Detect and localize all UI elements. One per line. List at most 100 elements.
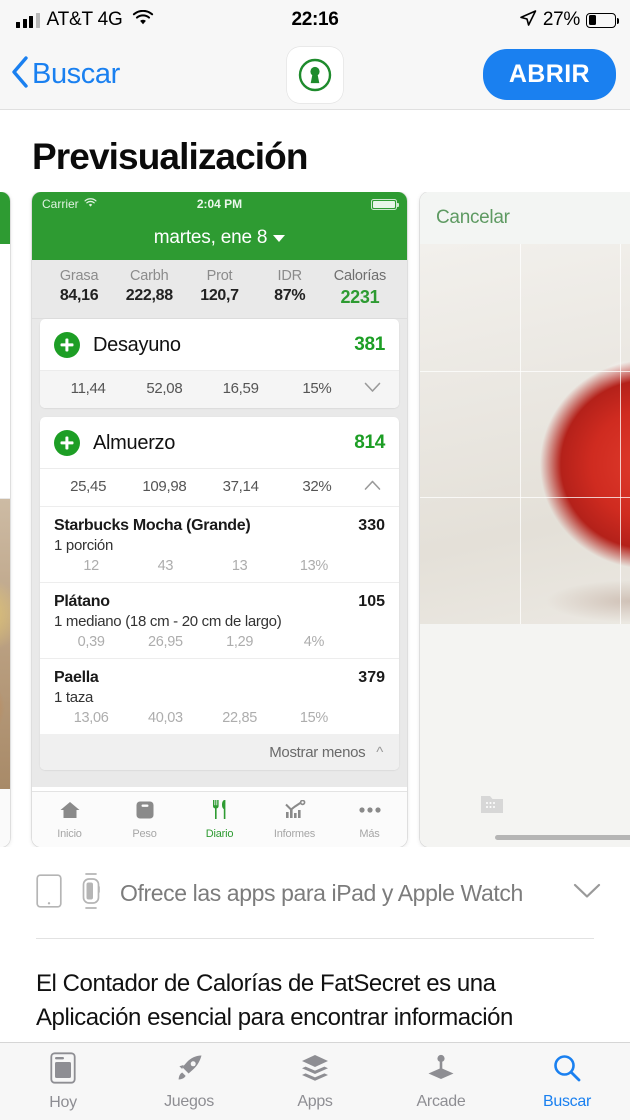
tab-juegos[interactable]: Juegos: [126, 1043, 252, 1120]
tab-label: Apps: [297, 1092, 333, 1110]
app-battery-icon: [371, 198, 399, 210]
tab-label: Buscar: [543, 1092, 591, 1110]
app-tab-label: Informes: [273, 827, 316, 840]
diary-date-header[interactable]: martes, ene 8: [32, 216, 407, 260]
app-status-bar: Carrier 2:04 PM: [32, 192, 407, 216]
battery-icon: [586, 12, 619, 28]
app-tab-label: Inicio: [57, 827, 82, 840]
chevron-down-icon[interactable]: [364, 381, 381, 396]
tab-buscar[interactable]: Buscar: [504, 1043, 630, 1120]
meal-name: Desayuno: [93, 333, 181, 356]
app-tab-diario[interactable]: Diario: [182, 792, 257, 847]
food-macro: 26,95: [147, 634, 183, 650]
carrier-label: AT&T 4G: [46, 9, 123, 30]
app-tab-label: Diario: [205, 828, 234, 840]
screenshot-diary[interactable]: Carrier 2:04 PM martes, ene 8 Grasa 84,1…: [32, 192, 407, 847]
stack-icon: [300, 1053, 330, 1088]
chevron-up-icon: ^: [376, 744, 383, 761]
app-tab-peso[interactable]: Peso: [107, 792, 182, 847]
macro-value: 84,16: [59, 287, 99, 304]
food-macro: 43: [157, 558, 174, 574]
food-name: Paella: [54, 669, 99, 686]
meal-header[interactable]: Almuerzo 814: [40, 417, 399, 468]
food-row[interactable]: Starbucks Mocha (Grande) 330 1 porción 1…: [40, 506, 399, 582]
food-top: Starbucks Mocha (Grande) 330: [54, 517, 385, 535]
meal-macro: 32%: [302, 478, 332, 495]
macro-value: 222,88: [125, 287, 173, 304]
meal-calories: 381: [354, 334, 385, 355]
meal-macro-row[interactable]: 25,45 109,98 37,14 32%: [40, 468, 399, 506]
app-store-nav-bar: Buscar ABRIR: [0, 40, 630, 110]
tab-apps[interactable]: Apps: [252, 1043, 378, 1120]
diary-tab-bar[interactable]: Inicio Peso Diario Informes Más: [32, 791, 407, 847]
tab-label: Hoy: [49, 1093, 77, 1111]
prev-white-body: [0, 244, 10, 499]
food-calories: 105: [358, 593, 385, 610]
tab-arcade[interactable]: Arcade: [378, 1043, 504, 1120]
meal-header[interactable]: Desayuno 381: [40, 319, 399, 370]
screenshot-carousel[interactable]: Carrier 2:04 PM martes, ene 8 Grasa 84,1…: [0, 192, 630, 847]
meal-macro: 16,59: [222, 380, 259, 397]
macro-carbh: Carbh 222,88: [114, 268, 184, 308]
prev-footer: [0, 789, 10, 847]
macro-calorias: Calorías 2231: [325, 268, 395, 308]
supported-devices-label: Ofrece las apps para iPad y Apple Watch: [120, 880, 523, 906]
food-top: Plátano 105: [54, 593, 385, 611]
meal-name: Almuerzo: [93, 431, 176, 454]
tab-hoy[interactable]: Hoy: [0, 1043, 126, 1120]
wifi-icon: [132, 9, 154, 31]
back-button[interactable]: Buscar: [10, 55, 120, 94]
prev-food-photo: [0, 499, 10, 789]
search-icon: [552, 1053, 582, 1088]
app-tab-informes[interactable]: Informes: [257, 792, 332, 847]
diary-date-label: martes, ene 8: [153, 227, 268, 248]
camera-nav-bar: Cancelar Foto: [420, 192, 630, 244]
app-tab-mas[interactable]: Más: [332, 792, 407, 847]
food-macro: 13: [231, 558, 248, 574]
ellipsis-icon: [357, 800, 383, 825]
meal-macro: 15%: [302, 380, 332, 397]
food-macro: 15%: [299, 710, 328, 726]
food-calories: 379: [358, 669, 385, 686]
camera-icon-row: [420, 790, 630, 821]
food-serving: 1 porción: [54, 537, 114, 554]
macro-grasa: Grasa 84,16: [44, 268, 114, 308]
app-description: El Contador de Calorías de FatSecret es …: [36, 970, 513, 1032]
app-tab-label: Más: [359, 827, 380, 840]
supported-devices-row[interactable]: Ofrece las apps para iPad y Apple Watch: [0, 847, 630, 938]
macro-prot: Prot 120,7: [184, 268, 254, 308]
page-title: Previsualización: [32, 136, 308, 177]
fatsecret-keyhole-icon[interactable]: [287, 46, 343, 103]
food-row[interactable]: Plátano 105 1 mediano (18 cm - 20 cm de …: [40, 582, 399, 658]
meal-macro-row[interactable]: 11,44 52,08 16,59 15%: [40, 370, 399, 408]
chevron-down-icon[interactable]: [572, 882, 602, 905]
cutlery-icon: [210, 799, 230, 825]
meal-macro: 11,44: [70, 380, 106, 397]
meal-card-desayuno[interactable]: Desayuno 381 11,44 52,08 16,59 15%: [40, 319, 399, 408]
chevron-up-icon[interactable]: [364, 479, 381, 494]
home-indicator: [495, 835, 630, 840]
plus-circle-icon[interactable]: [54, 430, 80, 456]
open-app-button[interactable]: ABRIR: [482, 49, 616, 100]
meal-card-almuerzo[interactable]: Almuerzo 814 25,45 109,98 37,14 32% Star…: [40, 417, 399, 770]
macro-value: 2231: [340, 287, 380, 307]
food-serving: 1 taza: [54, 689, 94, 706]
scale-icon: [135, 800, 155, 825]
food-macro-row: 13,06 40,03 22,85 15%: [54, 710, 385, 726]
macro-value: 87%: [274, 287, 306, 304]
plus-circle-icon[interactable]: [54, 332, 80, 358]
cancel-button[interactable]: Cancelar: [436, 207, 510, 229]
screenshot-previous-partial[interactable]: [0, 192, 10, 847]
show-less-button[interactable]: Mostrar menos ^: [40, 734, 399, 770]
food-row[interactable]: Paella 379 1 taza 13,06 40,03 22,85 15%: [40, 658, 399, 734]
screenshot-camera[interactable]: Cancelar Foto: [420, 192, 630, 847]
food-macro: 0,39: [77, 634, 105, 650]
photo-library-icon[interactable]: [478, 790, 506, 821]
app-tab-inicio[interactable]: Inicio: [32, 792, 107, 847]
app-store-tab-bar[interactable]: Hoy Juegos Apps Arcade Buscar: [0, 1042, 630, 1120]
food-macro: 40,03: [147, 710, 183, 726]
food-calories: 330: [358, 517, 385, 534]
signal-bars-icon: [16, 12, 40, 28]
tab-label: Juegos: [164, 1092, 214, 1110]
home-icon: [59, 800, 81, 825]
